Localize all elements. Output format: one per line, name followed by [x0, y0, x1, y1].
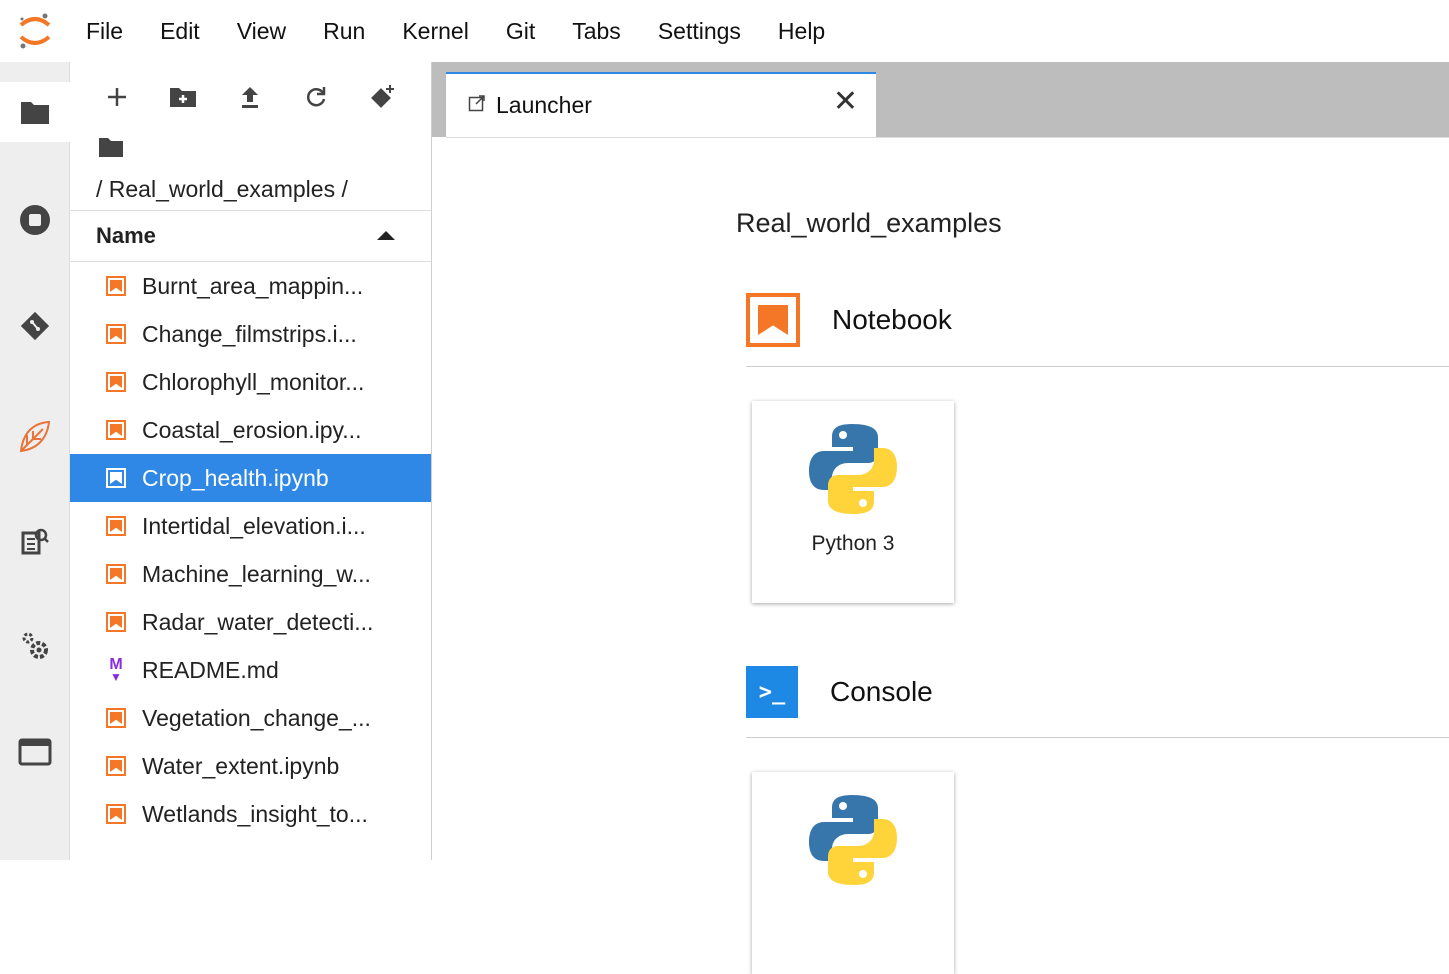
menu-bar: File Edit View Run Kernel Git Tabs Setti… [0, 0, 1449, 62]
console-section-header: >_ Console [746, 666, 933, 718]
file-row[interactable]: M ▼ README.md [70, 646, 431, 694]
notebook-section-title: Notebook [832, 304, 952, 335]
notebook-file-icon [106, 804, 126, 824]
file-row[interactable]: Machine_learning_w... [70, 550, 431, 598]
file-row[interactable]: Vegetation_change_... [70, 694, 431, 742]
tab-launcher[interactable]: Launcher ✕ [446, 72, 876, 137]
menu-run[interactable]: Run [323, 18, 365, 45]
settings-icon[interactable] [0, 616, 70, 676]
file-name: Radar_water_detecti... [142, 608, 374, 635]
main-area: Launcher ✕ Real_world_examples Notebook … [432, 62, 1449, 974]
stop-circle-icon[interactable] [0, 190, 70, 250]
notebook-file-icon [106, 276, 126, 296]
python3-notebook-card[interactable]: Python 3 [752, 401, 954, 603]
file-name: Burnt_area_mappin... [142, 272, 364, 299]
name-column-label: Name [96, 223, 156, 248]
upload-icon[interactable] [232, 79, 266, 115]
property-inspector-icon[interactable] [0, 512, 70, 572]
new-launcher-icon[interactable] [100, 79, 134, 115]
section-divider [746, 366, 1449, 367]
file-name: README.md [142, 656, 279, 683]
file-name: Wetlands_insight_to... [142, 800, 368, 827]
file-row[interactable]: Burnt_area_mappin... [70, 262, 431, 310]
close-icon[interactable]: ✕ [833, 87, 858, 117]
name-column-header[interactable]: Name [70, 210, 431, 262]
git-clone-icon[interactable] [365, 79, 399, 115]
python-logo-icon [806, 421, 900, 522]
python3-console-card[interactable] [752, 772, 954, 974]
console-icon: >_ [746, 666, 798, 718]
notebook-file-icon [106, 564, 126, 584]
file-name: Coastal_erosion.ipy... [142, 416, 362, 443]
card-label: Python 3 [811, 532, 895, 555]
file-name: Crop_health.ipynb [142, 464, 329, 491]
folder-icon[interactable] [0, 82, 70, 142]
jupyter-logo-icon [0, 0, 70, 62]
tab-bar: Launcher ✕ [432, 62, 1449, 137]
notebook-icon [746, 293, 800, 347]
section-divider [746, 737, 1449, 738]
menu-tabs[interactable]: Tabs [572, 18, 621, 45]
sort-ascending-icon [377, 231, 395, 240]
notebook-file-icon [106, 372, 126, 392]
tab-label: Launcher [496, 92, 592, 118]
home-folder-icon[interactable] [98, 136, 124, 163]
file-name: Change_filmstrips.i... [142, 320, 357, 347]
file-row[interactable]: Radar_water_detecti... [70, 598, 431, 646]
notebook-file-icon [106, 756, 126, 776]
new-folder-icon[interactable] [166, 79, 200, 115]
file-name: Intertidal_elevation.i... [142, 512, 366, 539]
activity-bar [0, 62, 70, 860]
launcher-cwd: Real_world_examples [736, 208, 1002, 238]
tabs-icon[interactable] [0, 722, 70, 782]
menu-edit[interactable]: Edit [160, 18, 200, 45]
launcher-content: Real_world_examples Notebook Python 3 >_… [446, 137, 1449, 974]
launcher-tab-icon [468, 94, 486, 117]
file-row[interactable]: Coastal_erosion.ipy... [70, 406, 431, 454]
refresh-icon[interactable] [299, 79, 333, 115]
file-row[interactable]: Crop_health.ipynb [70, 454, 431, 502]
breadcrumb: / Real_world_examples / [70, 132, 431, 210]
file-browser: / Real_world_examples / Name Burnt_area_… [70, 62, 432, 860]
notebook-section-header: Notebook [746, 293, 952, 347]
console-section-title: Console [830, 676, 933, 707]
notebook-file-icon [106, 516, 126, 536]
menu-help[interactable]: Help [778, 18, 825, 45]
file-row[interactable]: Chlorophyll_monitor... [70, 358, 431, 406]
notebook-file-icon [106, 324, 126, 344]
menu-view[interactable]: View [237, 18, 286, 45]
breadcrumb-path[interactable]: / Real_world_examples / [96, 176, 348, 203]
file-name: Vegetation_change_... [142, 704, 371, 731]
notebook-file-icon [106, 612, 126, 632]
notebook-file-icon [106, 468, 126, 488]
notebook-file-icon [106, 420, 126, 440]
file-row[interactable]: Wetlands_insight_to... [70, 790, 431, 838]
file-name: Chlorophyll_monitor... [142, 368, 365, 395]
menu-kernel[interactable]: Kernel [402, 18, 468, 45]
file-row[interactable]: Water_extent.ipynb [70, 742, 431, 790]
file-browser-toolbar [70, 62, 431, 132]
file-list: Burnt_area_mappin... Change_filmstrips.i.… [70, 262, 431, 838]
extension-leaf-icon[interactable] [0, 407, 70, 467]
menu-git[interactable]: Git [506, 18, 535, 45]
file-row[interactable]: Change_filmstrips.i... [70, 310, 431, 358]
file-name: Machine_learning_w... [142, 560, 371, 587]
file-name: Water_extent.ipynb [142, 752, 340, 779]
git-icon[interactable] [0, 296, 70, 356]
menu-settings[interactable]: Settings [658, 18, 741, 45]
python-logo-icon [806, 792, 900, 893]
file-row[interactable]: Intertidal_elevation.i... [70, 502, 431, 550]
notebook-file-icon [106, 708, 126, 728]
menu-file[interactable]: File [86, 18, 123, 45]
markdown-file-icon: M ▼ [109, 656, 123, 684]
